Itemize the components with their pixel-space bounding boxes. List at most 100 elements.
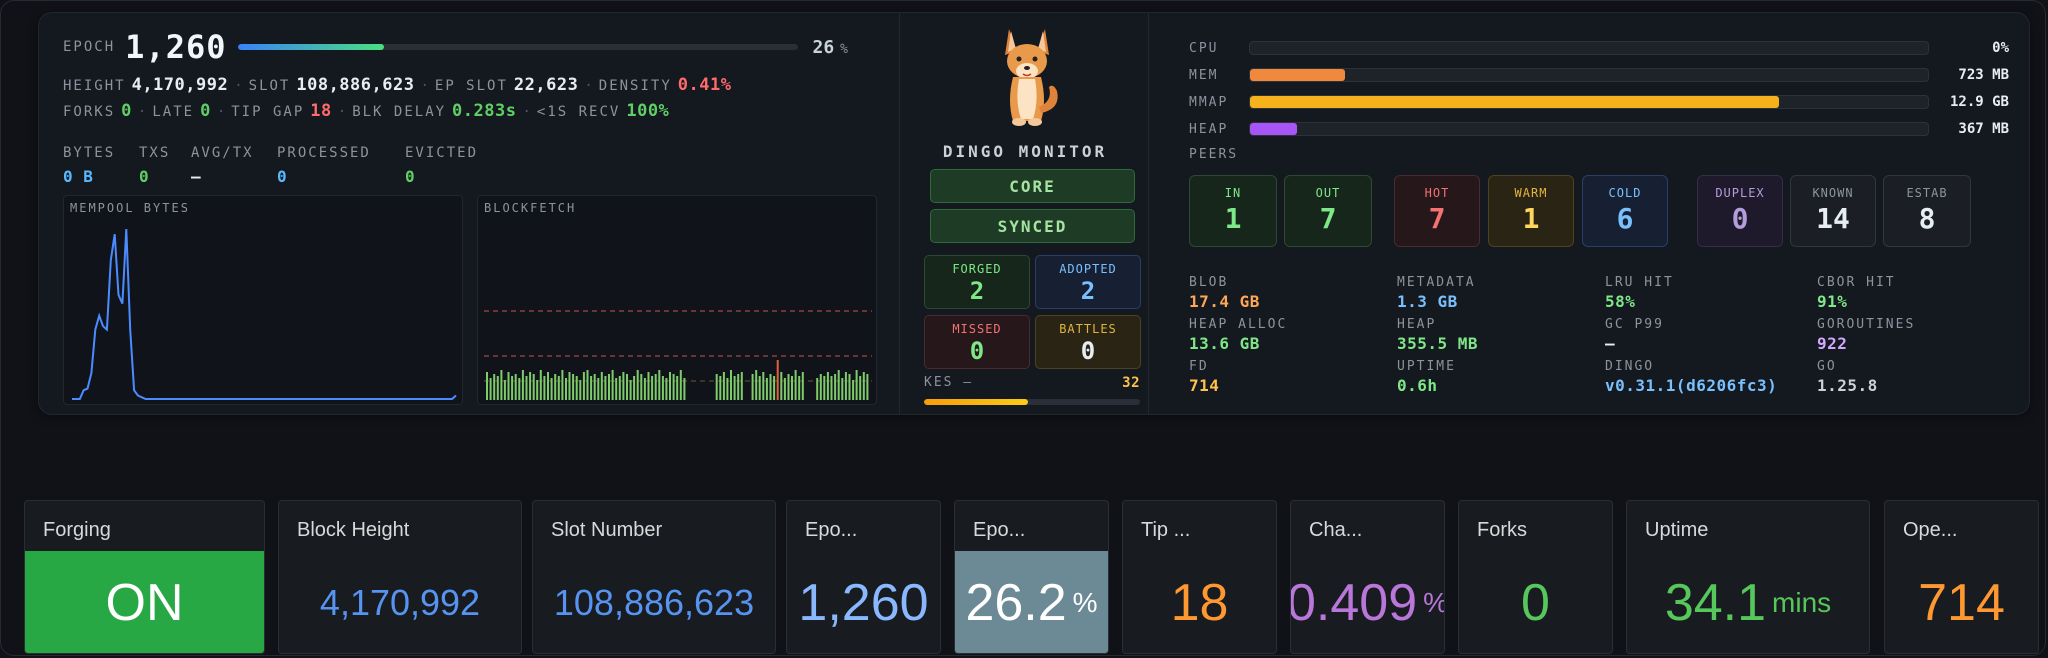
blockfetch-bar — [780, 372, 783, 400]
tile-unit: % — [1072, 587, 1098, 618]
mempool-value-avg-tx: – — [191, 167, 202, 186]
tile-title: Tip ... — [1141, 519, 1191, 541]
adopted-box: ADOPTED 2 — [1035, 255, 1141, 309]
tile-number: 0.409 — [1290, 574, 1418, 632]
blockfetch-bar — [783, 378, 786, 400]
metric-cbor-hit: CBOR HIT 91% — [1817, 275, 2017, 315]
blockfetch-bar — [726, 378, 729, 400]
kes-value: 32 — [1122, 375, 1140, 391]
blockfetch-chart: BLOCKFETCH — [477, 195, 877, 405]
metric-value: 355.5 MB — [1397, 334, 1479, 353]
resource-value: 0% — [1992, 40, 2009, 56]
blockfetch-bar — [830, 376, 833, 400]
tile-number: 18 — [1170, 574, 1229, 632]
stat-value-forks: 0 — [121, 101, 132, 121]
blockfetch-bar — [676, 376, 679, 400]
metric-value: 13.6 GB — [1189, 334, 1260, 353]
blockfetch-bar — [565, 378, 567, 400]
blockfetch-bar — [636, 370, 639, 400]
tile-title: Forks — [1477, 519, 1527, 541]
blockfetch-bar — [604, 376, 607, 400]
blockfetch-bar — [597, 378, 600, 400]
blockfetch-bar — [866, 374, 869, 400]
stat-label-density: DENSITY — [598, 78, 672, 94]
blockfetch-bar — [550, 378, 553, 400]
missed-label: MISSED — [952, 322, 1002, 336]
stat-tile-8[interactable]: Uptime 34.1 mins — [1626, 500, 1870, 654]
blockfetch-bar — [794, 370, 797, 400]
tile-number: 4,170,992 — [319, 582, 481, 623]
battles-box: BATTLES 0 — [1035, 315, 1141, 369]
blockfetch-bar — [518, 378, 521, 400]
blockfetch-bar — [493, 374, 496, 400]
metric-value: 714 — [1189, 376, 1220, 395]
tile-number: 0 — [1521, 574, 1550, 632]
blockfetch-bar — [733, 376, 736, 400]
blockfetch-bar — [554, 374, 557, 400]
blockfetch-bar — [647, 372, 650, 400]
resource-value: 12.9 GB — [1949, 94, 2009, 110]
metric-label: LRU HIT — [1605, 275, 1674, 290]
peer-label: IN — [1224, 186, 1242, 200]
separator-dot: · — [137, 104, 147, 120]
resource-bar-fill — [1250, 123, 1298, 135]
stat-value-ep-slot: 22,623 — [513, 75, 579, 95]
peer-label: KNOWN — [1812, 186, 1854, 200]
blockfetch-bar — [626, 374, 628, 400]
epoch-value: 1,260 — [125, 28, 227, 66]
tile-title: Slot Number — [551, 519, 663, 541]
stat-tile-7[interactable]: Forks 0 — [1458, 500, 1613, 654]
peer-in-box: IN 1 — [1189, 175, 1277, 247]
blockfetch-bar — [841, 378, 844, 400]
metric-label: BLOB — [1189, 275, 1229, 290]
tile-number: 714 — [1918, 574, 2005, 632]
resource-label: CPU — [1189, 40, 1219, 56]
stat-value-late: 0 — [200, 101, 211, 121]
node-metrics-grid: BLOB 17.4 GB METADATA 1.3 GB LRU HIT 58% CBOR … — [1189, 275, 2017, 399]
stat-tile-1[interactable]: Block Height 4,170,992 — [278, 500, 522, 654]
metric-heap: HEAP 355.5 MB — [1397, 317, 1605, 357]
mempool-label-evicted: EVICTED — [405, 145, 479, 161]
tile-number: 34.1 — [1664, 574, 1767, 632]
resource-label: MEM — [1189, 67, 1219, 83]
missed-value: 0 — [969, 337, 985, 365]
peer-count: 1 — [1224, 202, 1242, 235]
epoch-progress-bar — [238, 44, 799, 50]
resource-bar — [1249, 95, 1929, 109]
stat-tile-5[interactable]: Tip ... 18 — [1122, 500, 1277, 654]
blockfetch-bar — [765, 378, 768, 400]
resource-bar — [1249, 41, 1929, 55]
stat-tile-9[interactable]: Ope... 714 — [1884, 500, 2039, 654]
tile-value: 34.1 mins — [1627, 551, 1869, 653]
blockfetch-bar — [608, 374, 610, 400]
chain-stats-row: HEIGHT 4,170,992 · SLOT 108,886,623 · EP SLOT 2… — [63, 75, 731, 95]
epoch-pct: 26 — [812, 36, 835, 58]
blockfetch-bar — [618, 376, 621, 400]
stat-value--1s-recv: 100% — [626, 101, 670, 121]
metric-label: HEAP — [1397, 317, 1437, 332]
blockfetch-bar — [819, 374, 822, 400]
stat-tile-3[interactable]: Epo... 1,260 — [786, 500, 941, 654]
blockfetch-bar — [661, 376, 664, 400]
stat-tile-6[interactable]: Cha... 0.409% — [1290, 500, 1445, 654]
blockfetch-bar — [762, 372, 765, 400]
blockfetch-bar — [507, 372, 510, 400]
mempool-label-avg-tx: AVG/TX — [191, 145, 254, 161]
peer-cold-box: COLD 6 — [1582, 175, 1668, 247]
blockfetch-bar — [740, 372, 743, 400]
metric-label: GOROUTINES — [1817, 317, 1916, 332]
blockfetch-bar — [590, 376, 593, 400]
blockfetch-bar — [622, 372, 625, 400]
blockfetch-bar — [496, 376, 499, 400]
blockfetch-bar — [543, 376, 546, 400]
blockfetch-chart-label: BLOCKFETCH — [484, 201, 577, 215]
tile-title: Epo... — [973, 519, 1026, 541]
stat-tile-2[interactable]: Slot Number 108,886,623 — [532, 500, 776, 654]
stat-tile-0[interactable]: Forging ON — [24, 500, 265, 654]
blockfetch-bar — [776, 360, 779, 400]
tile-value: ON — [25, 551, 264, 653]
peer-count: 7 — [1319, 202, 1337, 235]
resources-column: CPU 0% MEM 723 MB MMAP 12.9 GB HEAP 367 MB PEER… — [1189, 13, 2019, 414]
blockfetch-bar — [844, 372, 847, 400]
stat-tile-4[interactable]: Epo... 26.2% — [954, 500, 1109, 654]
